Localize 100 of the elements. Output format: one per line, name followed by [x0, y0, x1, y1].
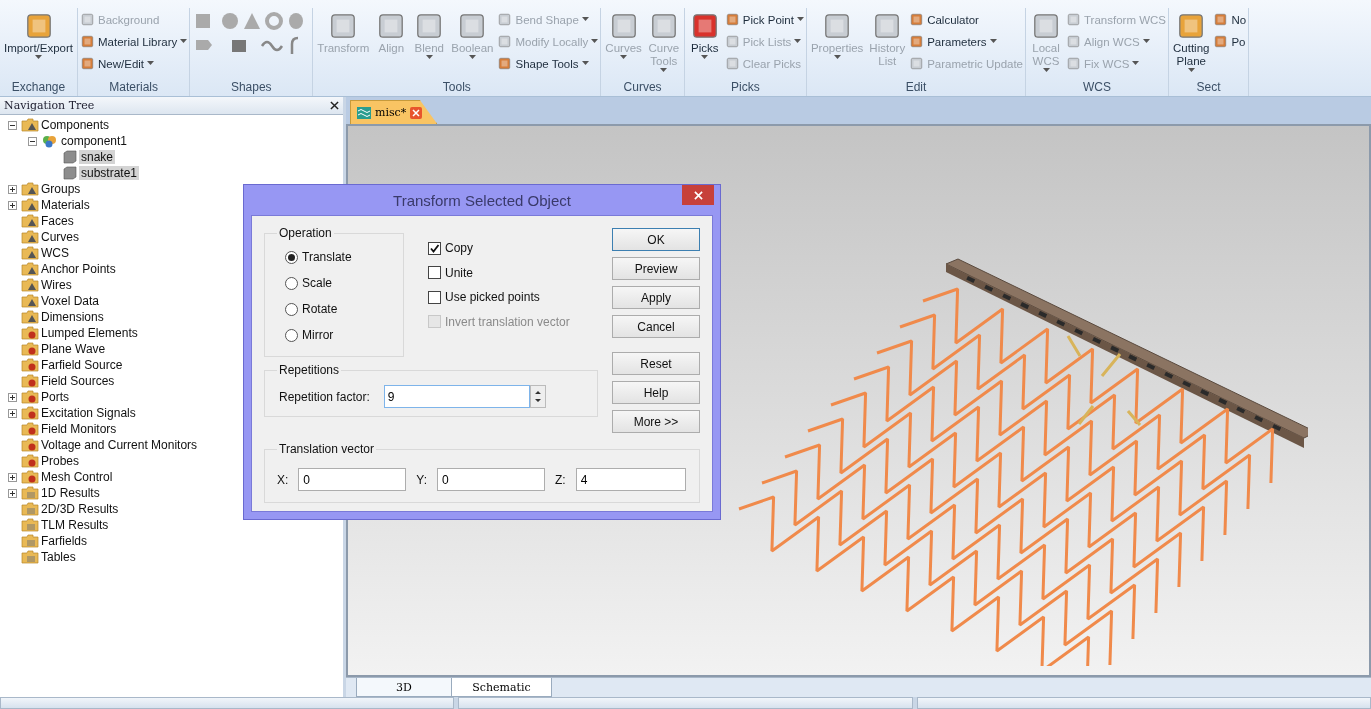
folder-icon [21, 182, 39, 196]
radio-button[interactable] [285, 250, 298, 264]
dialog-button[interactable]: Reset [612, 352, 700, 375]
ribbon-group-label: Picks [730, 80, 761, 96]
tree-item[interactable]: Ports [39, 390, 71, 404]
tree-item[interactable]: Field Sources [39, 374, 117, 388]
input-field[interactable]: 4 [575, 468, 686, 491]
ribbon-icon [1213, 34, 1229, 49]
ribbon-button[interactable]: Calculator [909, 10, 1023, 29]
tree-item[interactable]: Wires [39, 278, 74, 292]
ribbon-icon [80, 56, 96, 71]
tree-item[interactable]: Groups [39, 182, 83, 196]
tree-item[interactable]: 2D/3D Results [39, 502, 121, 516]
tree-item[interactable]: Excitation Signals [39, 406, 138, 420]
folder-gear-icon [21, 438, 39, 452]
ribbon-button[interactable]: Parameters [909, 32, 1023, 51]
group-label: Operation [278, 226, 333, 240]
tree-item[interactable]: snake [79, 150, 116, 164]
collapse-icon[interactable] [28, 136, 37, 146]
folder-layers-icon [21, 550, 39, 564]
ribbon-button[interactable]: Po [1213, 32, 1247, 51]
expand-icon[interactable] [8, 408, 17, 418]
close-button[interactable] [682, 185, 714, 205]
document-tab[interactable]: misc* [350, 100, 438, 124]
dialog-button[interactable]: Cancel [612, 315, 700, 338]
radio-button[interactable] [285, 328, 298, 342]
tree-item[interactable]: Lumped Elements [39, 326, 140, 340]
tree-item[interactable]: TLM Results [39, 518, 111, 532]
folder-icon [21, 262, 39, 276]
radio-button[interactable] [285, 302, 298, 316]
tree-item[interactable]: Plane Wave [39, 342, 108, 356]
tree-item[interactable]: WCS [39, 246, 71, 260]
ribbon-group-label: Tools [441, 80, 472, 96]
collapse-icon[interactable] [8, 120, 17, 130]
ribbon-icon [80, 12, 96, 27]
ribbon-button[interactable]: Material Library [80, 32, 188, 51]
group-label: Repetitions [278, 363, 341, 377]
checkbox[interactable] [428, 241, 441, 255]
close-icon[interactable] [330, 101, 339, 110]
tree-item[interactable]: Probes [39, 454, 82, 468]
tree-item[interactable]: Curves [39, 230, 81, 244]
expand-icon[interactable] [8, 488, 17, 498]
ribbon-icon [497, 56, 513, 71]
tree-item[interactable]: Faces [39, 214, 76, 228]
radio-label: Rotate [302, 302, 338, 316]
tree-item[interactable]: Voxel Data [39, 294, 102, 308]
expand-icon[interactable] [8, 472, 17, 482]
dialog-button[interactable]: More >> [612, 410, 700, 433]
dialog-title: Transform Selected Object [393, 191, 571, 209]
dialog-button[interactable]: Preview [612, 257, 700, 280]
tree-item[interactable]: substrate1 [79, 166, 140, 180]
ribbon-group-label: Exchange [10, 80, 67, 96]
radio-button[interactable] [285, 276, 298, 290]
ribbon-button[interactable]: Picks [686, 10, 723, 60]
folder-gear-icon [21, 406, 39, 420]
tree-item[interactable]: Field Monitors [39, 422, 119, 436]
tree-item[interactable]: component1 [59, 134, 130, 148]
view-tab[interactable]: 3D [356, 678, 452, 697]
tree-item[interactable]: 1D Results [39, 486, 102, 500]
checkbox[interactable] [428, 266, 441, 280]
folder-gear-icon [21, 374, 39, 388]
ribbon-icon [497, 34, 513, 49]
expand-icon[interactable] [8, 200, 17, 210]
dialog-button[interactable]: Help [612, 381, 700, 404]
tree-item[interactable]: Tables [39, 550, 78, 564]
ribbon-icon [909, 56, 925, 71]
cube-icon [61, 166, 79, 180]
tree-item[interactable]: Dimensions [39, 310, 106, 324]
expand-icon[interactable] [8, 392, 17, 402]
tree-item[interactable]: Farfields [39, 534, 89, 548]
tree-item[interactable]: Voltage and Current Monitors [39, 438, 200, 452]
ribbon-button[interactable]: Cutting Plane [1171, 10, 1212, 73]
ribbon-button[interactable]: Shape Tools [497, 54, 599, 73]
ribbon-icon [724, 56, 740, 71]
input-field[interactable]: 0 [437, 468, 546, 491]
ribbon-icon [909, 34, 925, 49]
wave-icon [357, 106, 371, 119]
tree-item[interactable]: Anchor Points [39, 262, 118, 276]
ribbon-button[interactable]: New/Edit [80, 54, 188, 73]
checkbox[interactable] [428, 290, 441, 304]
cube-icon [61, 150, 79, 164]
ribbon-icon [1066, 34, 1081, 49]
tree-item[interactable]: Materials [39, 198, 92, 212]
ribbon-icon [497, 12, 513, 27]
ribbon-button[interactable]: Import/Export [2, 10, 76, 60]
folder-icon [21, 294, 39, 308]
input-field[interactable]: 9 [383, 385, 530, 408]
tree-item[interactable]: Farfield Source [39, 358, 125, 372]
ribbon-button[interactable]: No [1213, 10, 1247, 29]
spin-arrows-icon[interactable] [529, 385, 546, 408]
dialog-button[interactable]: OK [612, 228, 700, 251]
ribbon-button[interactable]: Pick Point [724, 10, 804, 29]
expand-icon[interactable] [8, 184, 17, 194]
checkbox-label: Copy [445, 241, 473, 256]
dialog-button[interactable]: Apply [612, 286, 700, 309]
tree-item[interactable]: Mesh Control [39, 470, 115, 484]
tree-item[interactable]: Components [39, 118, 112, 132]
field-label: Y: [416, 472, 428, 487]
view-tab[interactable]: Schematic [452, 678, 552, 697]
input-field[interactable]: 0 [298, 468, 407, 491]
